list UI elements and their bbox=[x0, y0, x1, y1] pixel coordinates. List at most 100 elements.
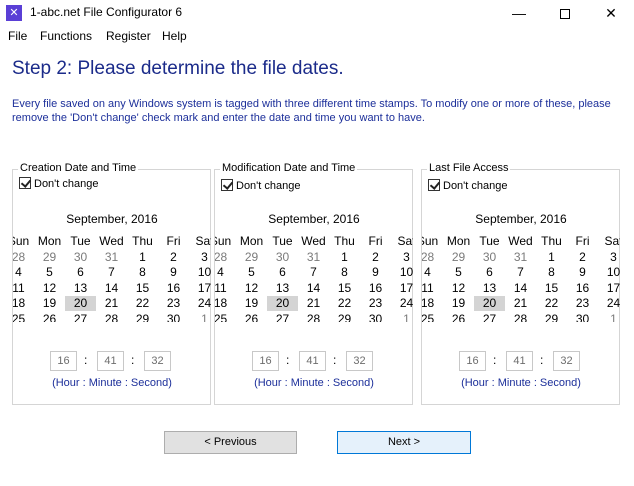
calendar-day[interactable]: 4 bbox=[215, 265, 236, 280]
previous-button[interactable]: < Previous bbox=[164, 431, 297, 454]
calendar-day[interactable]: 5 bbox=[34, 265, 65, 280]
hour-input[interactable]: 16 bbox=[459, 351, 486, 371]
calendar-day[interactable]: 2 bbox=[360, 250, 391, 265]
calendar-day[interactable]: 14 bbox=[505, 281, 536, 296]
calendar-day[interactable]: 26 bbox=[443, 312, 474, 323]
menu-file[interactable]: File bbox=[8, 29, 27, 43]
calendar-day[interactable]: 24 bbox=[598, 296, 620, 311]
calendar-day[interactable]: 21 bbox=[96, 296, 127, 311]
calendar-day[interactable]: 4 bbox=[13, 265, 34, 280]
calendar-day[interactable]: 28 bbox=[13, 250, 34, 265]
calendar-day[interactable]: 30 bbox=[474, 250, 505, 265]
calendar-day[interactable]: 18 bbox=[422, 296, 443, 311]
calendar-day[interactable]: 26 bbox=[34, 312, 65, 323]
calendar-day[interactable]: 30 bbox=[567, 312, 598, 323]
calendar-day[interactable]: 28 bbox=[215, 250, 236, 265]
calendar-day[interactable]: 2 bbox=[158, 250, 189, 265]
calendar-day[interactable]: 16 bbox=[567, 281, 598, 296]
calendar-day[interactable]: 7 bbox=[505, 265, 536, 280]
calendar-day[interactable]: 22 bbox=[329, 296, 360, 311]
calendar-day[interactable]: 12 bbox=[34, 281, 65, 296]
calendar-day[interactable]: 18 bbox=[13, 296, 34, 311]
calendar-day[interactable]: 17 bbox=[189, 281, 211, 296]
calendar-day[interactable]: 21 bbox=[298, 296, 329, 311]
calendar-day[interactable]: 8 bbox=[536, 265, 567, 280]
calendar-day[interactable]: 3 bbox=[189, 250, 211, 265]
calendar-day[interactable]: 22 bbox=[536, 296, 567, 311]
modification-dont-change-checkbox[interactable]: Don't change bbox=[221, 179, 300, 192]
calendar-day[interactable]: 17 bbox=[598, 281, 620, 296]
creation-dont-change-checkbox[interactable]: Don't change bbox=[19, 177, 98, 190]
next-button[interactable]: Next > bbox=[337, 431, 471, 454]
calendar-day[interactable]: 5 bbox=[236, 265, 267, 280]
calendar-day[interactable]: 27 bbox=[65, 312, 96, 323]
calendar-day[interactable]: 1 bbox=[127, 250, 158, 265]
calendar-day[interactable]: 29 bbox=[443, 250, 474, 265]
calendar-day[interactable]: 2 bbox=[567, 250, 598, 265]
calendar-day[interactable]: 8 bbox=[127, 265, 158, 280]
calendar-day[interactable]: 1 bbox=[189, 312, 211, 323]
calendar-day[interactable]: 25 bbox=[13, 312, 34, 323]
calendar-day[interactable]: 23 bbox=[360, 296, 391, 311]
calendar-day[interactable]: 28 bbox=[422, 250, 443, 265]
calendar-day[interactable]: 9 bbox=[567, 265, 598, 280]
calendar-day[interactable]: 16 bbox=[360, 281, 391, 296]
minimize-button[interactable]: — bbox=[496, 0, 542, 26]
calendar-day[interactable]: 7 bbox=[96, 265, 127, 280]
calendar-day[interactable]: 14 bbox=[96, 281, 127, 296]
calendar-day[interactable]: 20 bbox=[474, 296, 505, 311]
calendar-day[interactable]: 6 bbox=[65, 265, 96, 280]
calendar-day[interactable]: 21 bbox=[505, 296, 536, 311]
close-button[interactable]: ✕ bbox=[588, 0, 634, 26]
calendar-day[interactable]: 29 bbox=[34, 250, 65, 265]
calendar-day[interactable]: 1 bbox=[329, 250, 360, 265]
minute-input[interactable]: 41 bbox=[506, 351, 533, 371]
calendar-day[interactable]: 17 bbox=[391, 281, 413, 296]
menu-functions[interactable]: Functions bbox=[40, 29, 92, 43]
hour-input[interactable]: 16 bbox=[50, 351, 77, 371]
second-input[interactable]: 32 bbox=[144, 351, 171, 371]
calendar-day[interactable]: 3 bbox=[391, 250, 413, 265]
calendar-day[interactable]: 10 bbox=[598, 265, 620, 280]
calendar-day[interactable]: 5 bbox=[443, 265, 474, 280]
calendar-day[interactable]: 19 bbox=[443, 296, 474, 311]
calendar-day[interactable]: 15 bbox=[127, 281, 158, 296]
calendar-day[interactable]: 11 bbox=[422, 281, 443, 296]
calendar-day[interactable]: 1 bbox=[536, 250, 567, 265]
calendar-day[interactable]: 29 bbox=[127, 312, 158, 323]
calendar-day[interactable]: 15 bbox=[329, 281, 360, 296]
calendar-day[interactable]: 20 bbox=[267, 296, 298, 311]
calendar-day[interactable]: 9 bbox=[360, 265, 391, 280]
second-input[interactable]: 32 bbox=[553, 351, 580, 371]
calendar-day[interactable]: 9 bbox=[158, 265, 189, 280]
minute-input[interactable]: 41 bbox=[299, 351, 326, 371]
calendar-day[interactable]: 18 bbox=[215, 296, 236, 311]
calendar-day[interactable]: 28 bbox=[96, 312, 127, 323]
calendar-day[interactable]: 25 bbox=[422, 312, 443, 323]
calendar-day[interactable]: 30 bbox=[65, 250, 96, 265]
calendar-day[interactable]: 3 bbox=[598, 250, 620, 265]
calendar-day[interactable]: 28 bbox=[298, 312, 329, 323]
maximize-button[interactable] bbox=[542, 0, 588, 26]
calendar-day[interactable]: 12 bbox=[236, 281, 267, 296]
calendar-day[interactable]: 12 bbox=[443, 281, 474, 296]
calendar-day[interactable]: 20 bbox=[65, 296, 96, 311]
calendar-day[interactable]: 31 bbox=[298, 250, 329, 265]
calendar-day[interactable]: 28 bbox=[505, 312, 536, 323]
calendar-day[interactable]: 10 bbox=[189, 265, 211, 280]
calendar-day[interactable]: 23 bbox=[158, 296, 189, 311]
calendar-day[interactable]: 30 bbox=[360, 312, 391, 323]
calendar-day[interactable]: 26 bbox=[236, 312, 267, 323]
calendar-day[interactable]: 1 bbox=[391, 312, 413, 323]
calendar-day[interactable]: 29 bbox=[329, 312, 360, 323]
calendar-day[interactable]: 1 bbox=[598, 312, 620, 323]
calendar-day[interactable]: 11 bbox=[13, 281, 34, 296]
minute-input[interactable]: 41 bbox=[97, 351, 124, 371]
calendar-day[interactable]: 15 bbox=[536, 281, 567, 296]
calendar-day[interactable]: 11 bbox=[215, 281, 236, 296]
calendar-day[interactable]: 24 bbox=[189, 296, 211, 311]
calendar-day[interactable]: 31 bbox=[96, 250, 127, 265]
menu-register[interactable]: Register bbox=[106, 29, 151, 43]
calendar-day[interactable]: 19 bbox=[34, 296, 65, 311]
calendar-day[interactable]: 29 bbox=[536, 312, 567, 323]
